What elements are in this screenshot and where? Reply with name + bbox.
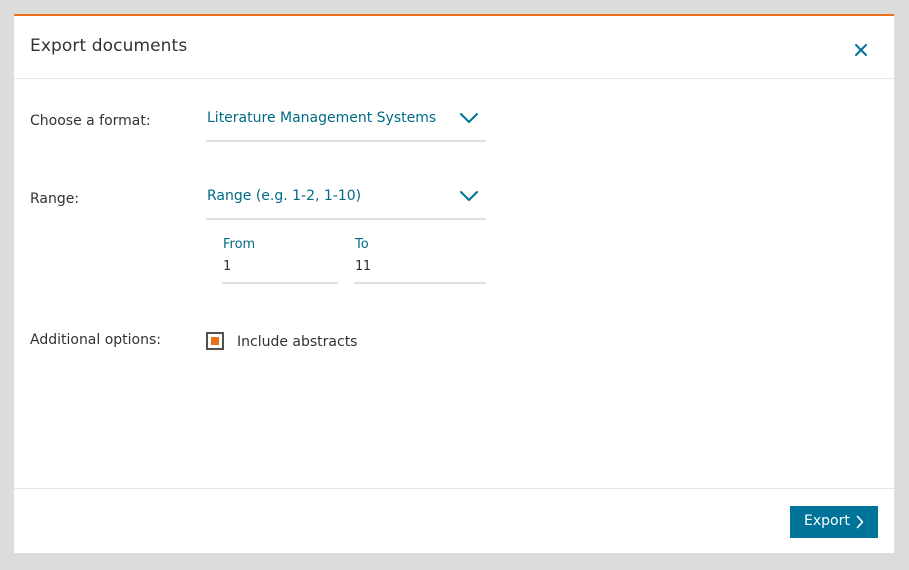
range-from-label: From: [223, 237, 256, 252]
export-button-label: Export: [804, 513, 850, 529]
range-from-field: From: [222, 230, 338, 284]
checkbox-checked-mark: [211, 337, 219, 345]
format-select[interactable]: Literature Management Systems: [206, 100, 486, 142]
chevron-right-icon: [856, 515, 864, 529]
chevron-down-icon: [460, 191, 478, 201]
range-to-field: To: [354, 230, 486, 284]
range-from-input[interactable]: [222, 256, 338, 276]
close-icon: [855, 44, 867, 56]
close-button[interactable]: [853, 42, 869, 58]
dialog-header: Export documents: [14, 16, 894, 79]
export-dialog: Export documents Choose a format: Litera…: [14, 14, 894, 553]
export-button[interactable]: Export: [790, 506, 878, 538]
dialog-title: Export documents: [30, 36, 188, 56]
range-label: Range:: [30, 191, 80, 207]
range-select[interactable]: Range (e.g. 1-2, 1-10): [206, 178, 486, 220]
include-abstracts-label: Include abstracts: [237, 334, 358, 350]
format-selected-value: Literature Management Systems: [207, 110, 437, 126]
chevron-down-icon: [460, 113, 478, 123]
range-to-input[interactable]: [354, 256, 486, 276]
include-abstracts-checkbox[interactable]: [206, 332, 224, 350]
range-to-label: To: [355, 237, 369, 252]
format-label: Choose a format:: [30, 113, 151, 129]
range-selected-value: Range (e.g. 1-2, 1-10): [207, 188, 362, 204]
additional-options-label: Additional options:: [30, 332, 162, 348]
dialog-footer: Export: [14, 488, 894, 554]
